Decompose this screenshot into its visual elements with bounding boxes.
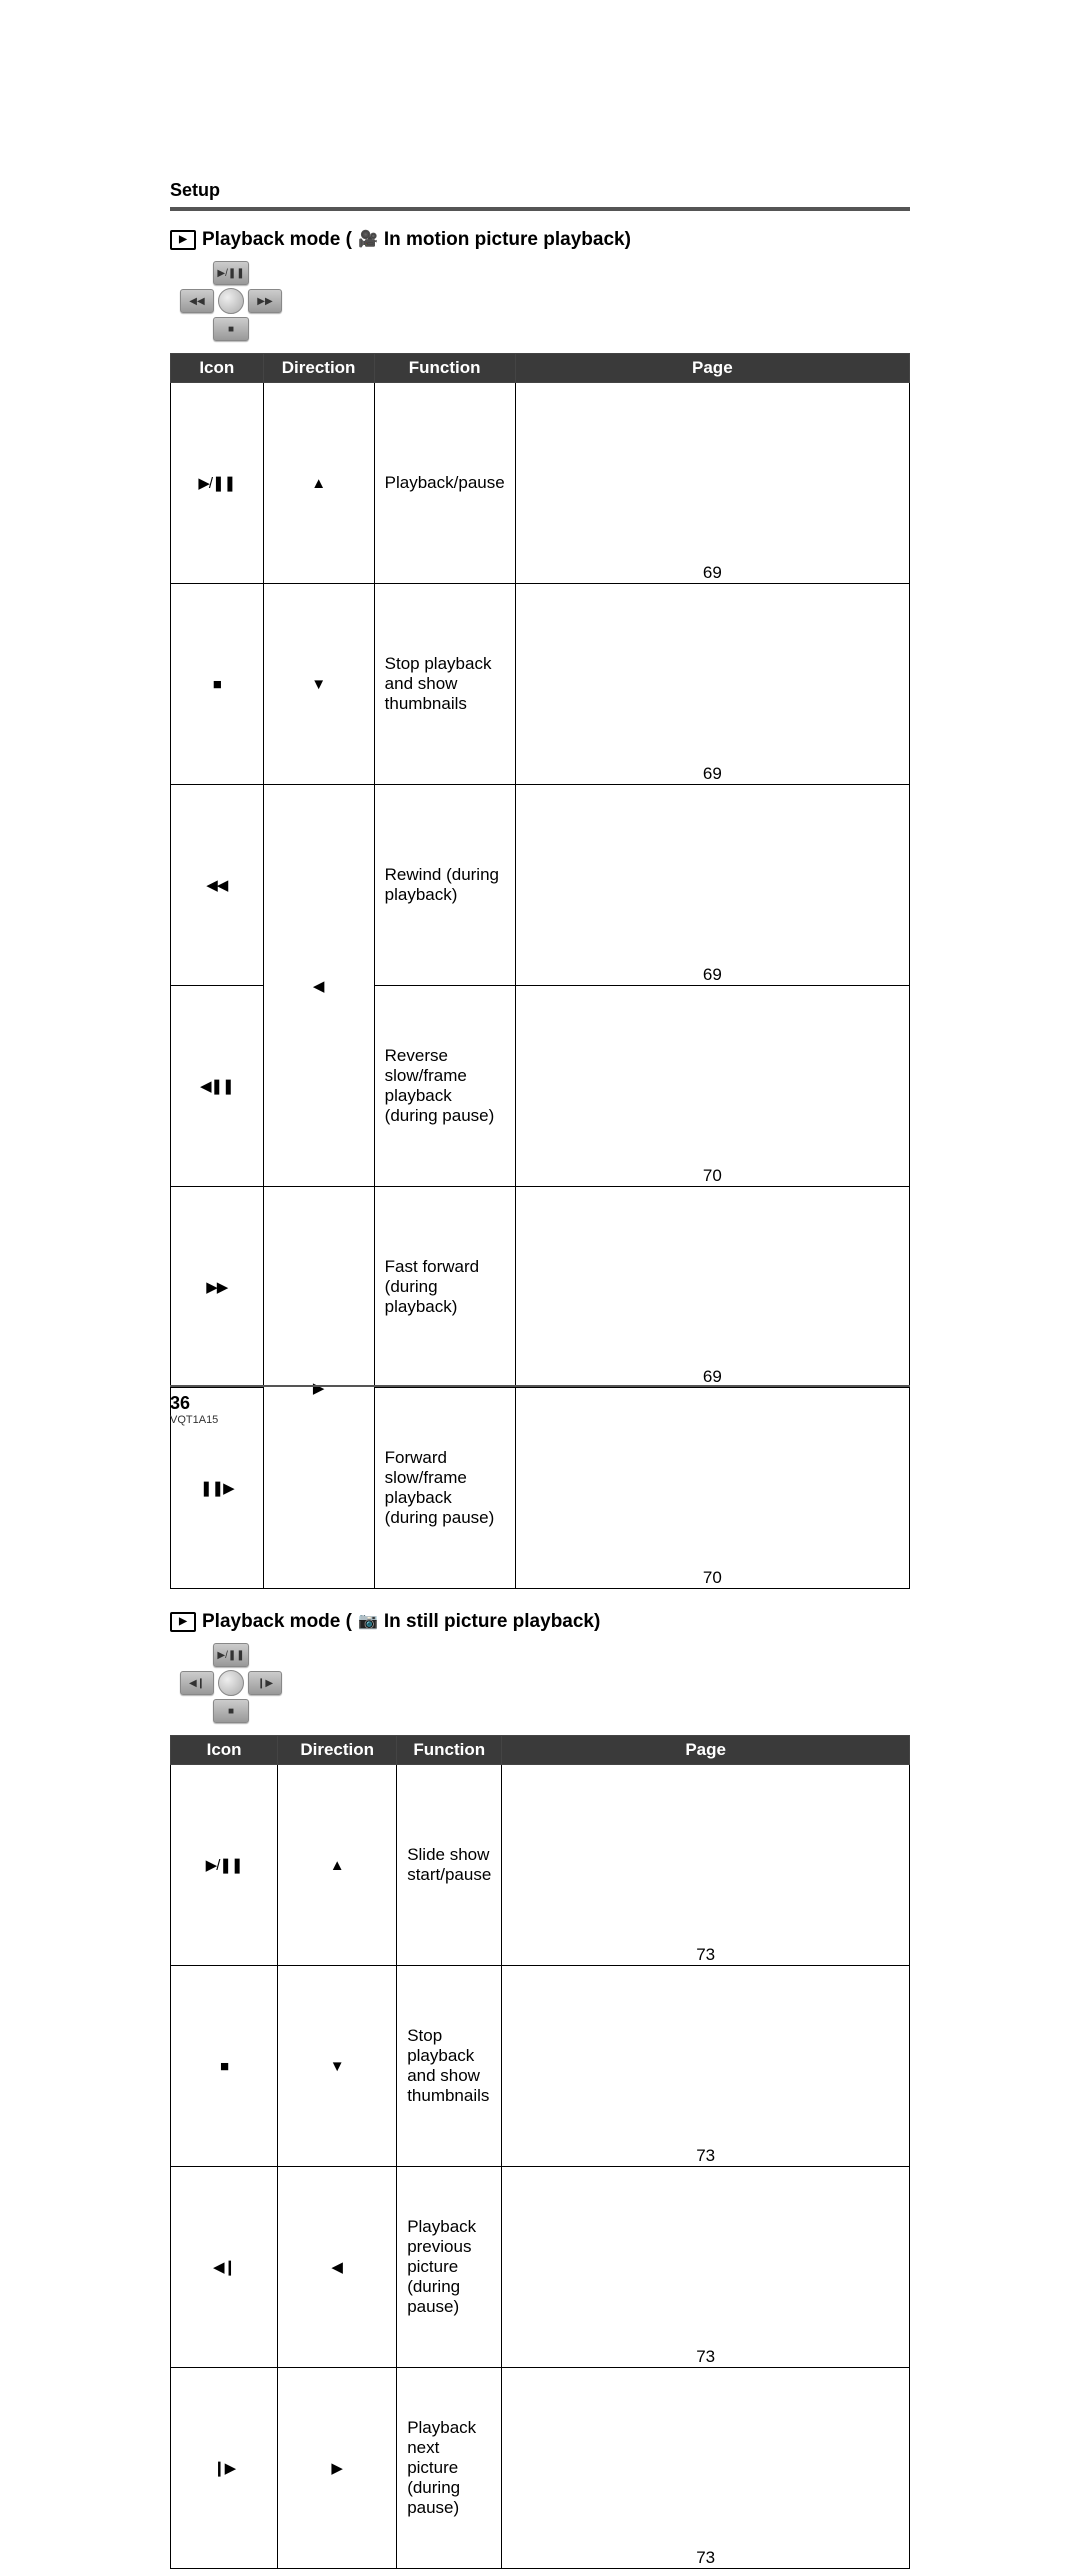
- title-prefix: Playback mode (: [202, 1611, 352, 1633]
- dpad-right-icon: ❙▶: [248, 1671, 282, 1695]
- cell-direction: ◀: [263, 785, 374, 1187]
- table-row: ■ ▼ Stop playback and show thumbnails 69: [171, 584, 910, 785]
- table-header-row: Icon Direction Function Page: [171, 1736, 910, 1765]
- col-page: Page: [502, 1736, 910, 1765]
- cell-function: Playback/pause: [374, 383, 515, 584]
- playback-box-icon: ▶: [170, 230, 196, 250]
- cell-icon: ◀◀: [171, 785, 264, 986]
- mode-title-still: ▶ Playback mode ( 📷 In still picture pla…: [170, 1611, 910, 1633]
- cell-icon: ▶/❚❚: [171, 383, 264, 584]
- cell-direction: ▲: [263, 383, 374, 584]
- camera-mode-icon: 📷: [358, 1614, 378, 1630]
- cell-function: Rewind (during playback): [374, 785, 515, 986]
- cell-direction: ▼: [278, 1966, 397, 2167]
- table-row: ▶/❚❚ ▲ Playback/pause 69: [171, 383, 910, 584]
- col-function: Function: [397, 1736, 502, 1765]
- section-header: Setup: [170, 180, 910, 201]
- cell-page: 69: [515, 1187, 909, 1388]
- video-mode-icon: 🎥: [358, 232, 378, 248]
- table-row: ◀❙ ◀ Playback previous picture (during p…: [171, 2167, 910, 2368]
- cell-page: 73: [502, 2368, 910, 2569]
- dpad-illustration-motion: ▶/❚❚ ◀◀ ▶▶ ■: [170, 261, 290, 339]
- col-direction: Direction: [278, 1736, 397, 1765]
- cell-page: 69: [515, 785, 909, 986]
- cell-icon: ■: [171, 1966, 278, 2167]
- table-row: ▶▶ ▶ Fast forward (during playback) 69: [171, 1187, 910, 1388]
- cell-direction: ▶: [278, 2368, 397, 2569]
- cell-page: 73: [502, 1765, 910, 1966]
- cell-page: 69: [515, 383, 909, 584]
- cell-icon: ▶/❚❚: [171, 1765, 278, 1966]
- cell-page: 73: [502, 2167, 910, 2368]
- dpad-up-icon: ▶/❚❚: [213, 261, 249, 285]
- table-header-row: Icon Direction Function Page: [171, 354, 910, 383]
- dpad-left-icon: ◀❙: [180, 1671, 214, 1695]
- mode-title-motion: ▶ Playback mode ( 🎥 In motion picture pl…: [170, 229, 910, 251]
- footer-rule: [170, 1385, 910, 1387]
- dpad-down-icon: ■: [213, 317, 249, 341]
- cell-function: Reverse slow/frame playback (during paus…: [374, 986, 515, 1187]
- cell-icon: ▶▶: [171, 1187, 264, 1388]
- document-id: VQT1A15: [170, 1414, 910, 1426]
- dpad-down-icon: ■: [213, 1699, 249, 1723]
- cell-page: 69: [515, 584, 909, 785]
- cell-icon: ◀❚❚: [171, 986, 264, 1187]
- dpad-center-icon: [218, 1670, 244, 1696]
- still-playback-table: Icon Direction Function Page ▶/❚❚ ▲ Slid…: [170, 1735, 910, 2569]
- cell-direction: ▲: [278, 1765, 397, 1966]
- page-number: 36: [170, 1393, 910, 1414]
- cell-function: Fast forward (during playback): [374, 1187, 515, 1388]
- title-suffix: In motion picture playback): [384, 229, 631, 251]
- col-function: Function: [374, 354, 515, 383]
- cell-function: Slide show start/pause: [397, 1765, 502, 1966]
- playback-box-icon: ▶: [170, 1612, 196, 1632]
- dpad-illustration-still: ▶/❚❚ ◀❙ ❙▶ ■: [170, 1643, 290, 1721]
- cell-icon: ■: [171, 584, 264, 785]
- col-page: Page: [515, 354, 909, 383]
- dpad-left-icon: ◀◀: [180, 289, 214, 313]
- cell-page: 70: [515, 986, 909, 1187]
- title-suffix: In still picture playback): [384, 1611, 600, 1633]
- header-rule: [170, 207, 910, 211]
- dpad-center-icon: [218, 288, 244, 314]
- cell-function: Stop playback and show thumbnails: [374, 584, 515, 785]
- col-icon: Icon: [171, 354, 264, 383]
- col-icon: Icon: [171, 1736, 278, 1765]
- dpad-right-icon: ▶▶: [248, 289, 282, 313]
- cell-direction: ▼: [263, 584, 374, 785]
- page-footer: 36 VQT1A15: [170, 1385, 910, 1426]
- cell-function: Playback next picture (during pause): [397, 2368, 502, 2569]
- table-row: ❙▶ ▶ Playback next picture (during pause…: [171, 2368, 910, 2569]
- cell-icon: ❙▶: [171, 2368, 278, 2569]
- cell-function: Playback previous picture (during pause): [397, 2167, 502, 2368]
- title-prefix: Playback mode (: [202, 229, 352, 251]
- table-row: ■ ▼ Stop playback and show thumbnails 73: [171, 1966, 910, 2167]
- table-row: ▶/❚❚ ▲ Slide show start/pause 73: [171, 1765, 910, 1966]
- cell-page: 73: [502, 1966, 910, 2167]
- col-direction: Direction: [263, 354, 374, 383]
- cell-function: Stop playback and show thumbnails: [397, 1966, 502, 2167]
- dpad-up-icon: ▶/❚❚: [213, 1643, 249, 1667]
- cell-icon: ◀❙: [171, 2167, 278, 2368]
- cell-direction: ◀: [278, 2167, 397, 2368]
- table-row: ◀◀ ◀ Rewind (during playback) 69: [171, 785, 910, 986]
